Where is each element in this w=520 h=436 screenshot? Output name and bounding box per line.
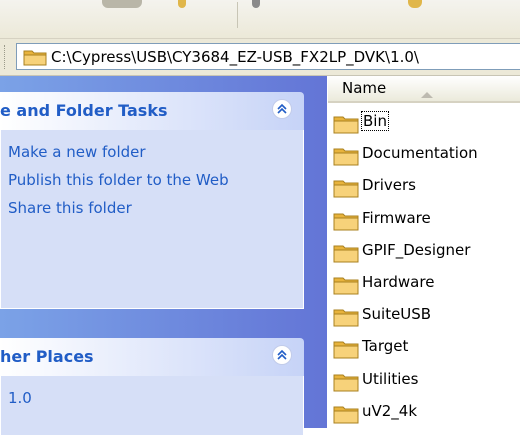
toolbar-button-partial[interactable] <box>408 0 422 8</box>
file-name: Firmware <box>362 208 431 227</box>
toolbar-button-partial[interactable] <box>178 0 186 8</box>
folder-icon <box>333 404 359 428</box>
file-row[interactable]: uV2_4k <box>328 398 520 428</box>
sort-ascending-icon <box>420 85 434 103</box>
folder-icon <box>23 48 47 69</box>
task-pane: e and Folder Tasks Make a new folder Pub… <box>0 76 327 436</box>
tasks-group: e and Folder Tasks Make a new folder Pub… <box>0 92 304 309</box>
tasks-group-title: e and Folder Tasks <box>0 101 168 120</box>
toolbar-button-partial[interactable] <box>102 0 142 8</box>
file-row[interactable]: Drivers <box>328 172 520 202</box>
file-row[interactable]: SuiteUSB <box>328 301 520 331</box>
name-column-label: Name <box>342 79 387 97</box>
file-row[interactable]: GPIF_Designer <box>328 237 520 267</box>
address-bar: C:\Cypress\USB\CY3684_EZ-USB_FX2LP_DVK\1… <box>0 39 520 76</box>
file-name: SuiteUSB <box>362 305 432 324</box>
tasks-group-body: Make a new folder Publish this folder to… <box>0 130 304 309</box>
file-list: Name Bin Documentation Drivers Firmware GPIF… <box>328 76 520 428</box>
publish-folder-link[interactable]: Publish this folder to the Web <box>8 170 303 190</box>
file-name: Bin <box>361 111 389 131</box>
folder-icon <box>333 211 359 235</box>
name-column-header[interactable]: Name <box>328 76 520 103</box>
tasks-group-header[interactable]: e and Folder Tasks <box>0 92 304 130</box>
place-link[interactable]: 1.0 <box>8 388 303 408</box>
file-row[interactable]: Target <box>328 333 520 363</box>
file-name: uV2_4k <box>362 401 418 420</box>
places-group-header[interactable]: her Places <box>0 338 304 376</box>
address-path: C:\Cypress\USB\CY3684_EZ-USB_FX2LP_DVK\1… <box>51 48 419 66</box>
chevron-up-icon[interactable] <box>272 99 292 119</box>
file-row[interactable]: Utilities <box>328 366 520 396</box>
address-input[interactable]: C:\Cypress\USB\CY3684_EZ-USB_FX2LP_DVK\1… <box>16 43 520 70</box>
folder-icon <box>333 307 359 331</box>
file-row[interactable]: Firmware <box>328 205 520 235</box>
file-name: GPIF_Designer <box>362 240 471 259</box>
folder-icon <box>333 339 359 363</box>
file-name: Hardware <box>362 273 435 291</box>
file-name: Documentation <box>362 144 478 163</box>
share-folder-link[interactable]: Share this folder <box>8 198 303 218</box>
address-grip[interactable] <box>4 45 8 69</box>
folder-icon <box>333 114 359 138</box>
chevron-up-icon[interactable] <box>272 345 292 365</box>
folder-icon <box>333 372 359 396</box>
file-name: Target <box>362 337 409 356</box>
file-name: Utilities <box>362 369 419 388</box>
file-row[interactable]: Documentation <box>328 140 520 170</box>
places-group-body: 1.0 <box>0 376 304 436</box>
toolbar-button-partial[interactable] <box>252 0 260 8</box>
make-new-folder-link[interactable]: Make a new folder <box>8 142 303 162</box>
file-row[interactable]: Bin <box>328 108 520 138</box>
file-row[interactable]: Hardware <box>328 269 520 299</box>
folder-icon <box>333 243 359 267</box>
folder-icon <box>333 275 359 299</box>
toolbar-separator <box>237 2 238 28</box>
folder-icon <box>333 146 359 170</box>
places-group: her Places 1.0 <box>0 338 304 436</box>
toolbar <box>0 0 520 39</box>
folder-icon <box>333 178 359 202</box>
file-name: Drivers <box>362 176 416 195</box>
places-group-title: her Places <box>0 347 94 366</box>
